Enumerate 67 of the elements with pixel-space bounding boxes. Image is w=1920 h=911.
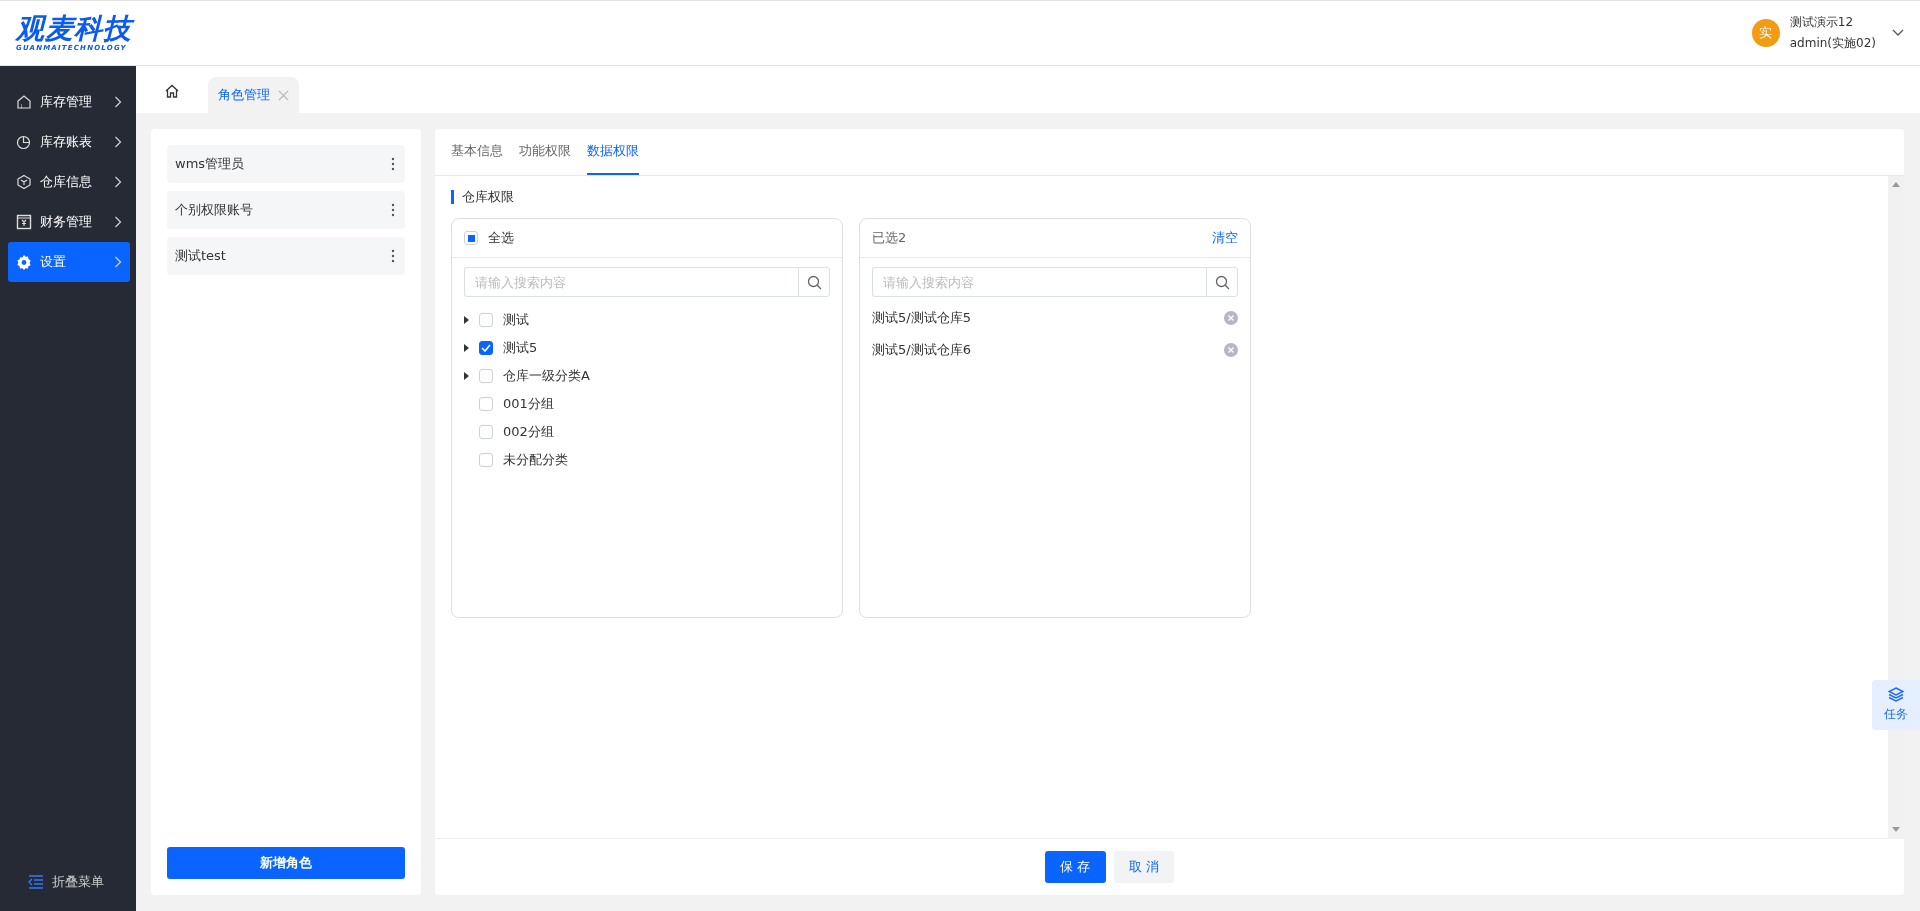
chevron-down-icon[interactable] <box>1892 29 1904 37</box>
menu-label: 库存管理 <box>40 93 93 111</box>
scroll-down-icon[interactable] <box>1892 827 1900 832</box>
clear-link[interactable]: 清空 <box>1212 229 1238 247</box>
selected-item: 测试5/测试仓库6 <box>872 341 971 359</box>
search-field[interactable]: 请输入搜索内容 <box>872 267 1206 297</box>
house-icon <box>16 94 32 110</box>
chevron-right-icon <box>114 216 122 228</box>
role-name: wms管理员 <box>175 155 245 173</box>
collapse-menu-button[interactable]: 折叠菜单 <box>0 873 136 891</box>
page-tab[interactable]: 角色管理 <box>208 77 299 113</box>
home-icon[interactable] <box>164 83 180 99</box>
tree-item[interactable]: 002分组 <box>464 418 830 446</box>
detail-tab[interactable]: 基本信息 <box>451 129 503 175</box>
checkbox[interactable] <box>479 341 493 355</box>
collapse-icon <box>28 875 44 889</box>
role-item[interactable]: 个别权限账号 <box>167 191 405 229</box>
search-icon[interactable] <box>806 274 822 290</box>
sidebar-item[interactable]: 财务管理 <box>8 202 130 242</box>
more-icon[interactable] <box>391 203 395 217</box>
tree-item[interactable]: 未分配分类 <box>464 446 830 474</box>
role-item[interactable]: 测试test <box>167 237 405 275</box>
search-field[interactable]: 请输入搜索内容 <box>464 267 798 297</box>
select-all-checkbox[interactable] <box>464 231 478 245</box>
save-button[interactable]: 保 存 <box>1045 851 1106 883</box>
sidebar-item[interactable]: 设置 <box>8 242 130 282</box>
caret-icon[interactable] <box>464 372 469 380</box>
sidebar-item[interactable]: 库存管理 <box>8 82 130 122</box>
tree-item[interactable]: 仓库一级分类A <box>464 362 830 390</box>
detail-tab[interactable]: 功能权限 <box>519 129 571 175</box>
menu-label: 仓库信息 <box>40 173 93 191</box>
settings-icon <box>16 254 32 270</box>
user-account: admin(实施02) <box>1789 35 1876 52</box>
add-role-button[interactable]: 新增角色 <box>167 847 405 879</box>
detail-tab[interactable]: 数据权限 <box>587 129 639 175</box>
pie-chart-icon <box>16 134 32 150</box>
chevron-right-icon <box>114 256 122 268</box>
more-icon[interactable] <box>391 249 395 263</box>
search-icon[interactable] <box>1214 274 1230 290</box>
caret-icon[interactable] <box>464 344 469 352</box>
tree-item[interactable]: 测试 <box>464 306 830 334</box>
role-name: 个别权限账号 <box>175 201 253 219</box>
chevron-right-icon <box>114 96 122 108</box>
menu-label: 库存账表 <box>40 133 93 151</box>
menu-label: 设置 <box>40 253 67 271</box>
chevron-right-icon <box>114 136 122 148</box>
section-title: 仓库权限 <box>451 190 1872 204</box>
selected-count: 已选2 <box>872 229 907 247</box>
caret-icon[interactable] <box>464 316 469 324</box>
tree-item[interactable]: 001分组 <box>464 390 830 418</box>
menu-label: 财务管理 <box>40 213 93 231</box>
task-button[interactable]: 任务 <box>1872 680 1920 730</box>
selected-item: 测试5/测试仓库5 <box>872 309 971 327</box>
role-item[interactable]: wms管理员 <box>167 145 405 183</box>
role-name: 测试test <box>175 247 226 265</box>
cash-register-icon <box>16 214 32 230</box>
more-icon[interactable] <box>391 157 395 171</box>
chevron-right-icon <box>114 176 122 188</box>
select-all-label: 全选 <box>488 229 514 247</box>
user-name: 测试演示12 <box>1789 14 1855 31</box>
layers-icon <box>1888 687 1904 702</box>
sidebar-item[interactable]: 仓库信息 <box>8 162 130 202</box>
sidebar-item[interactable]: 库存账表 <box>8 122 130 162</box>
cube-icon <box>16 174 32 190</box>
tree-item[interactable]: 测试5 <box>464 334 830 362</box>
scroll-up-icon[interactable] <box>1892 182 1900 187</box>
cancel-button[interactable]: 取 消 <box>1113 851 1174 883</box>
